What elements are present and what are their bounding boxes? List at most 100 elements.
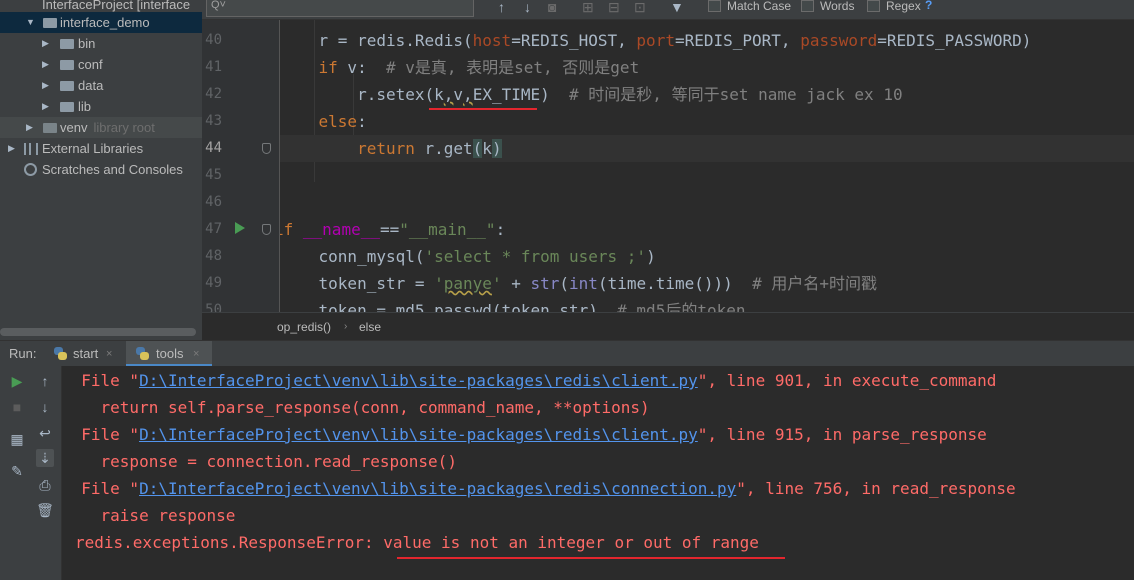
- print-icon[interactable]: ⎙: [36, 476, 54, 494]
- line-number-current: 44: [205, 140, 222, 156]
- library-root-hint: library root: [93, 120, 155, 135]
- chevron-right-icon[interactable]: ▶: [42, 96, 49, 117]
- search-input[interactable]: Q˅: [206, 0, 474, 17]
- line-number: 48: [205, 248, 222, 264]
- scroll-to-end-icon[interactable]: ⇣: [36, 449, 54, 467]
- match-case-checkbox[interactable]: [708, 0, 721, 12]
- down-arrow-icon[interactable]: ↓: [36, 398, 54, 416]
- line-number: 45: [205, 167, 222, 183]
- tree-item-bin[interactable]: ▶ bin: [0, 33, 202, 54]
- code-line-41: if v: # v是真, 表明是set, 否则是get: [318, 58, 640, 77]
- traceback-line: return self.parse_response(conn, command…: [62, 398, 650, 417]
- folder-icon: [60, 39, 74, 49]
- trash-icon[interactable]: 🗑: [36, 501, 54, 519]
- python-icon: [136, 347, 149, 360]
- find-toolbar: Q˅ ↑ ↓ ◙ ⊞ ⊟ ⊡ ▼ Match Case Words Regex …: [202, 0, 1134, 20]
- filter-icon[interactable]: ▼: [670, 0, 684, 14]
- folder-icon: [60, 81, 74, 91]
- regex-checkbox[interactable]: [867, 0, 880, 12]
- search-icon: Q˅: [211, 0, 226, 11]
- remove-occurrence-icon[interactable]: ⊟: [608, 0, 620, 14]
- library-icon: [24, 143, 38, 155]
- file-link[interactable]: D:\InterfaceProject\venv\lib\site-packag…: [139, 425, 698, 444]
- tab-label: tools: [156, 346, 184, 361]
- fold-marker-icon[interactable]: [262, 224, 271, 235]
- line-number: 41: [205, 59, 222, 75]
- run-gutter-icon[interactable]: [235, 222, 245, 234]
- match-case-label: Match Case: [727, 0, 792, 13]
- file-link[interactable]: D:\InterfaceProject\venv\lib\site-packag…: [139, 479, 736, 498]
- breadcrumb: op_redis() › else: [202, 312, 1134, 340]
- code-editor[interactable]: r = redis.Redis(host=REDIS_HOST, port=RE…: [280, 20, 1134, 312]
- pin-icon[interactable]: ✎: [8, 462, 26, 480]
- rerun-icon[interactable]: ▶: [8, 372, 26, 390]
- traceback-line: File "D:\InterfaceProject\venv\lib\site-…: [62, 479, 1016, 498]
- chevron-right-icon[interactable]: ▶: [42, 54, 49, 75]
- breadcrumb-separator: ›: [344, 321, 348, 332]
- breadcrumb-item-function[interactable]: op_redis(): [277, 320, 331, 334]
- scratches-icon: [24, 163, 37, 176]
- tab-label: start: [73, 346, 99, 361]
- code-line-44-current: return r.get(k): [280, 135, 1134, 162]
- tree-item-scratches[interactable]: Scratches and Consoles: [0, 159, 202, 180]
- tree-item-interface-demo[interactable]: ▼ interface_demo: [0, 12, 202, 33]
- tree-item-label: conf: [78, 57, 103, 72]
- sidebar-horizontal-scrollbar[interactable]: [0, 328, 196, 336]
- restore-layout-icon[interactable]: ▦: [8, 430, 26, 448]
- tree-item-conf[interactable]: ▶ conf: [0, 54, 202, 75]
- file-link[interactable]: D:\InterfaceProject\venv\lib\site-packag…: [139, 371, 698, 390]
- annotation-underline: [397, 557, 785, 559]
- words-label: Words: [820, 0, 855, 13]
- add-occurrence-icon[interactable]: ⊞: [582, 0, 594, 14]
- regex-help-icon[interactable]: ?: [925, 0, 932, 12]
- code-line-47: if __name__=="__main__":: [280, 220, 506, 239]
- regex-label: Regex: [886, 0, 921, 13]
- console-output[interactable]: File "D:\InterfaceProject\venv\lib\site-…: [62, 366, 1134, 580]
- line-number: 46: [205, 194, 222, 210]
- tree-item-lib[interactable]: ▶ lib: [0, 96, 202, 117]
- fold-marker-icon[interactable]: [262, 143, 271, 154]
- folder-icon: [43, 123, 57, 133]
- folder-icon: [60, 102, 74, 112]
- close-icon[interactable]: ×: [193, 341, 199, 367]
- error-message: value is not an integer or out of range: [383, 533, 759, 552]
- previous-occurrence-icon[interactable]: ↑: [498, 0, 505, 14]
- line-number: 47: [205, 221, 222, 237]
- breadcrumb-item-block[interactable]: else: [359, 320, 381, 334]
- chevron-right-icon[interactable]: ▶: [42, 33, 49, 54]
- traceback-line: File "D:\InterfaceProject\venv\lib\site-…: [62, 371, 997, 390]
- tree-item-external-libraries[interactable]: ▶ External Libraries: [0, 138, 202, 159]
- line-number: 50: [205, 302, 222, 312]
- tree-item-label: lib: [78, 99, 92, 114]
- chevron-right-icon[interactable]: ▶: [42, 75, 49, 96]
- tab-tools[interactable]: tools ×: [126, 341, 212, 367]
- chevron-down-icon[interactable]: ▼: [26, 12, 35, 33]
- soft-wrap-icon[interactable]: ↩: [36, 424, 54, 442]
- chevron-right-icon[interactable]: ▶: [8, 138, 15, 159]
- tree-item-label: bin: [78, 36, 96, 51]
- line-number: 43: [205, 113, 222, 129]
- close-icon[interactable]: ×: [106, 341, 112, 367]
- words-checkbox[interactable]: [801, 0, 814, 12]
- error-line: redis.exceptions.ResponseError: value is…: [75, 533, 759, 552]
- code-line-43: else:: [318, 112, 367, 131]
- stop-icon[interactable]: ■: [8, 398, 26, 416]
- tree-item-label: data: [78, 78, 104, 93]
- folder-icon: [43, 18, 57, 28]
- chevron-right-icon[interactable]: ▶: [26, 117, 33, 138]
- code-line-48: conn_mysql('select * from users ;'): [280, 247, 656, 266]
- run-label: Run:: [9, 346, 37, 361]
- code-line-49: token_str = 'panye' + str(int(time.time(…: [280, 274, 877, 293]
- tree-item-venv[interactable]: ▶ venv library root: [0, 117, 202, 138]
- tree-item-data[interactable]: ▶ data: [0, 75, 202, 96]
- find-all-icon[interactable]: ◙: [548, 0, 556, 14]
- code-line-50: token = md5_passwd(token_str) # md5后的tok…: [280, 301, 746, 312]
- next-occurrence-icon[interactable]: ↓: [524, 0, 531, 14]
- traceback-line: raise response: [62, 506, 236, 525]
- up-arrow-icon[interactable]: ↑: [36, 372, 54, 390]
- tab-start[interactable]: start ×: [48, 341, 122, 367]
- tree-item-label: interface_demo: [60, 15, 150, 30]
- select-all-occurrences-icon[interactable]: ⊡: [634, 0, 646, 14]
